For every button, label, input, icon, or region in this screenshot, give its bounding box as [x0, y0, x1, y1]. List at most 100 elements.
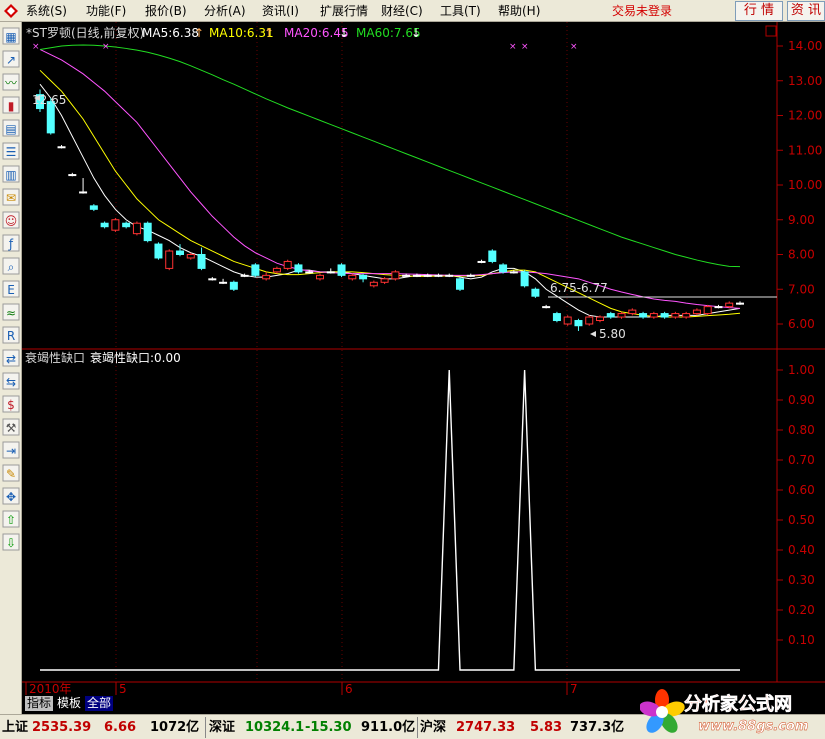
svg-text:✉: ✉: [6, 191, 16, 205]
ma5-arrow: ↑: [194, 26, 204, 40]
sub-chart-value: 衰竭性缺口:0.00: [90, 350, 181, 365]
switch-icon[interactable]: ⇄: [2, 349, 20, 367]
menu-quote[interactable]: 报价(B): [145, 3, 187, 19]
hs-index-change: 5.83: [530, 720, 563, 735]
quote-button[interactable]: 行 情: [735, 1, 783, 21]
brand-name: 分析家公式网: [684, 693, 792, 715]
report-icon[interactable]: ▥: [2, 165, 20, 183]
svg-text:⌕: ⌕: [8, 260, 15, 274]
ma5-label: MA5:6.38: [142, 26, 199, 40]
candlestick-icon[interactable]: ▮: [2, 96, 20, 114]
etf-icon[interactable]: E: [2, 280, 20, 298]
sh-index-name[interactable]: 上证: [2, 719, 28, 736]
tab-all[interactable]: 全部: [85, 696, 114, 711]
candlestick[interactable]: [531, 287, 540, 298]
candlestick[interactable]: [585, 315, 594, 326]
menu-info[interactable]: 资讯(I): [262, 3, 299, 19]
svg-text:E: E: [7, 283, 15, 297]
svg-text:≈: ≈: [6, 306, 16, 320]
menu-system[interactable]: 系统(S): [26, 3, 67, 19]
candlestick[interactable]: [703, 304, 712, 316]
high-price-annotation: 12.65: [32, 93, 66, 107]
indicator-tick-label: 0.80: [788, 423, 815, 437]
svg-text:⇧: ⇧: [6, 513, 16, 527]
indicator-icon[interactable]: ≈: [2, 303, 20, 321]
sh-index-value: 2535.39: [32, 720, 92, 735]
candlestick[interactable]: [132, 221, 141, 236]
candlestick[interactable]: [294, 263, 303, 274]
candlestick[interactable]: [111, 218, 120, 232]
menu-extended-quote[interactable]: 扩展行情: [320, 3, 368, 19]
svg-text:↗: ↗: [6, 53, 16, 67]
tools-icon[interactable]: ⚒: [2, 418, 20, 436]
indicator-tick-label: 0.10: [788, 633, 815, 647]
search-icon[interactable]: ⌕: [2, 257, 20, 275]
candlestick[interactable]: [337, 263, 346, 278]
menu-help[interactable]: 帮助(H): [498, 3, 540, 19]
sh-index-amount: 1072亿: [150, 720, 200, 735]
candlestick[interactable]: [283, 259, 292, 271]
menu-analysis[interactable]: 分析(A): [204, 3, 246, 19]
date-tick-label: 7: [570, 682, 578, 695]
signal-marker: ×: [509, 42, 517, 52]
list-icon[interactable]: ☰: [2, 142, 20, 160]
rsi-icon[interactable]: R: [2, 326, 20, 344]
money-icon[interactable]: $: [2, 395, 20, 413]
up-arrow-icon[interactable]: ⇧: [2, 510, 20, 528]
chart-area[interactable]: 14.00 13.00 12.00 11.00 10.00 9.00 8.00 7.00 6.0…: [22, 22, 825, 695]
chart-icon[interactable]: ▦: [2, 27, 20, 45]
range-annotation: 6.75-6.77: [550, 281, 608, 295]
login-status[interactable]: 交易未登录: [612, 3, 672, 19]
tab-indicator[interactable]: 指标: [25, 696, 54, 711]
indicator-tick-label: 1.00: [788, 363, 815, 377]
candlestick[interactable]: [488, 249, 497, 264]
down-arrow-icon[interactable]: ⇩: [2, 533, 20, 551]
pen-icon[interactable]: ✎: [2, 464, 20, 482]
exchange-icon[interactable]: ⇆: [2, 372, 20, 390]
candlestick[interactable]: [229, 280, 238, 291]
kline-chart[interactable]: 14.00 13.00 12.00 11.00 10.00 9.00 8.00 7.00 6.0…: [22, 22, 825, 695]
formula-icon[interactable]: ƒ: [2, 234, 20, 252]
trend-icon[interactable]: 〰: [2, 73, 20, 91]
svg-text:〰: 〰: [5, 76, 17, 90]
candlestick[interactable]: [154, 242, 163, 260]
indicator-tick-label: 0.60: [788, 483, 815, 497]
indicator-tick-label: 0.30: [788, 573, 815, 587]
news-button[interactable]: 资 讯: [787, 1, 825, 21]
line-chart-icon[interactable]: ↗: [2, 50, 20, 68]
candlestick[interactable]: [552, 311, 561, 323]
table-icon[interactable]: ▤: [2, 119, 20, 137]
people-icon[interactable]: ☺: [2, 211, 20, 229]
candlestick[interactable]: [251, 263, 260, 278]
move-icon[interactable]: ✥: [2, 487, 20, 505]
ma10-arrow: ↑: [264, 26, 274, 40]
sz-index-value: 10324.1: [245, 720, 305, 735]
candlestick[interactable]: [165, 249, 174, 271]
menu-function[interactable]: 功能(F): [86, 3, 126, 19]
brand-logo: 分析家公式网 www.88gs.com: [640, 689, 809, 734]
menu-bar: 系统(S) 功能(F) 报价(B) 分析(A) 资讯(I) 扩展行情 财经(C)…: [0, 0, 825, 22]
candlestick[interactable]: [143, 221, 152, 243]
sz-index-amount: 911.0亿: [361, 720, 416, 735]
price-tick-label: 12.00: [788, 109, 822, 123]
candlestick[interactable]: [391, 270, 400, 281]
tab-template[interactable]: 模板: [55, 696, 83, 711]
candlestick[interactable]: [456, 277, 464, 291]
indicator-tick-label: 0.70: [788, 453, 815, 467]
mail-icon[interactable]: ✉: [2, 188, 20, 206]
svg-text:⚒: ⚒: [6, 421, 17, 435]
signal-marker: ×: [102, 42, 110, 52]
candlestick[interactable]: [499, 263, 508, 274]
svg-text:ƒ: ƒ: [8, 237, 14, 251]
export-icon[interactable]: ⇥: [2, 441, 20, 459]
menu-finance[interactable]: 财经(C): [381, 3, 423, 19]
svg-text:⇄: ⇄: [6, 352, 16, 366]
candlestick[interactable]: [563, 315, 572, 326]
hs-index-name[interactable]: 沪深: [420, 719, 446, 736]
candlestick[interactable]: [520, 270, 529, 288]
side-toolbar: ▦ ↗ 〰 ▮ ▤ ☰ ▥ ✉ ☺ ƒ ⌕ E ≈ R ⇄ ⇆ $ ⚒ ⇥ ✎ ✥ ⇧ ⇩: [0, 22, 22, 714]
menu-tools[interactable]: 工具(T): [440, 3, 481, 19]
main-chart-title: *ST罗顿(日线,前复权): [26, 25, 144, 40]
sz-index-name[interactable]: 深证: [209, 719, 235, 736]
svg-text:▮: ▮: [8, 99, 15, 113]
